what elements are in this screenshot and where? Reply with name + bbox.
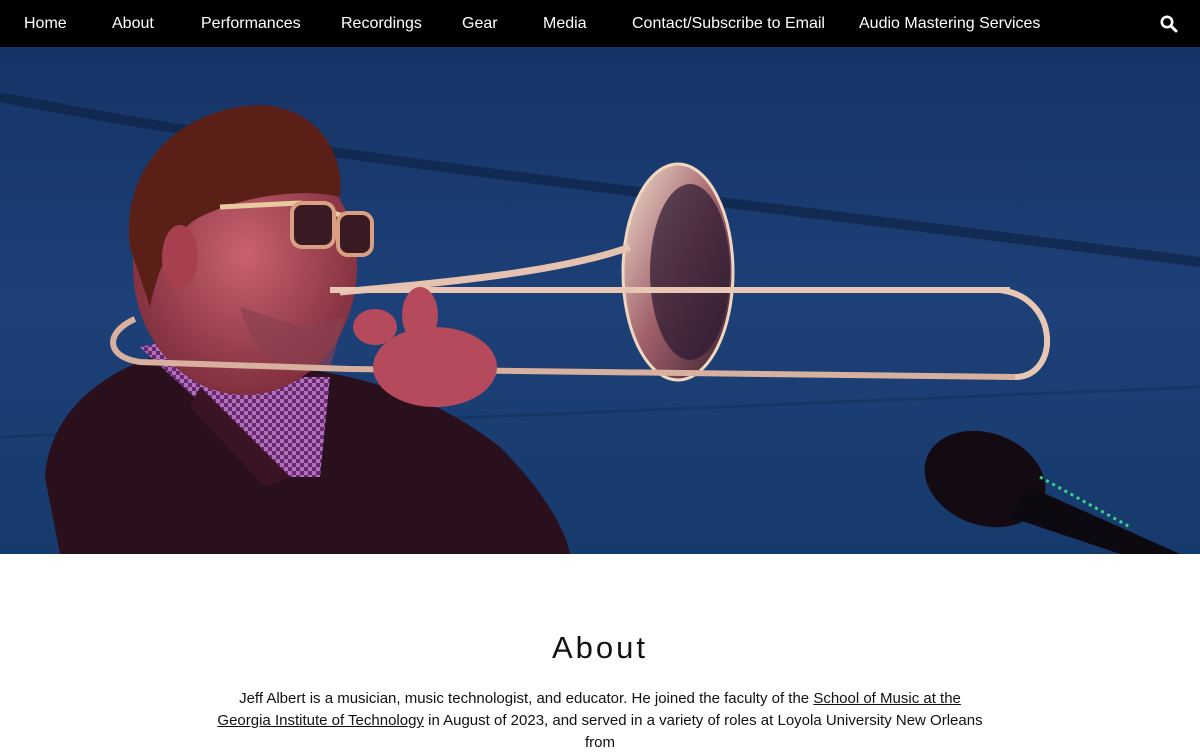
main-navigation: Home About Performances Recordings Gear … — [0, 0, 1200, 47]
nav-about[interactable]: About — [112, 0, 154, 47]
nav-contact-subscribe[interactable]: Contact/Subscribe to Email — [632, 0, 825, 47]
bio-text-1: Jeff Albert is a musician, music technol… — [239, 690, 814, 707]
bio-paragraph: Jeff Albert is a musician, music technol… — [215, 688, 985, 754]
nav-recordings[interactable]: Recordings — [341, 0, 422, 47]
nav-home[interactable]: Home — [24, 0, 67, 47]
hero-image — [0, 47, 1200, 554]
nav-audio-mastering[interactable]: Audio Mastering Services — [859, 0, 1040, 47]
page-title: About — [551, 630, 648, 665]
bio-text-2: in August of 2023, and served in a varie… — [423, 712, 983, 751]
nav-gear[interactable]: Gear — [462, 0, 498, 47]
nav-performances[interactable]: Performances — [201, 0, 301, 47]
nav-media[interactable]: Media — [543, 0, 587, 47]
search-icon[interactable] — [1159, 14, 1179, 34]
trombone-player-photo — [0, 47, 1200, 554]
